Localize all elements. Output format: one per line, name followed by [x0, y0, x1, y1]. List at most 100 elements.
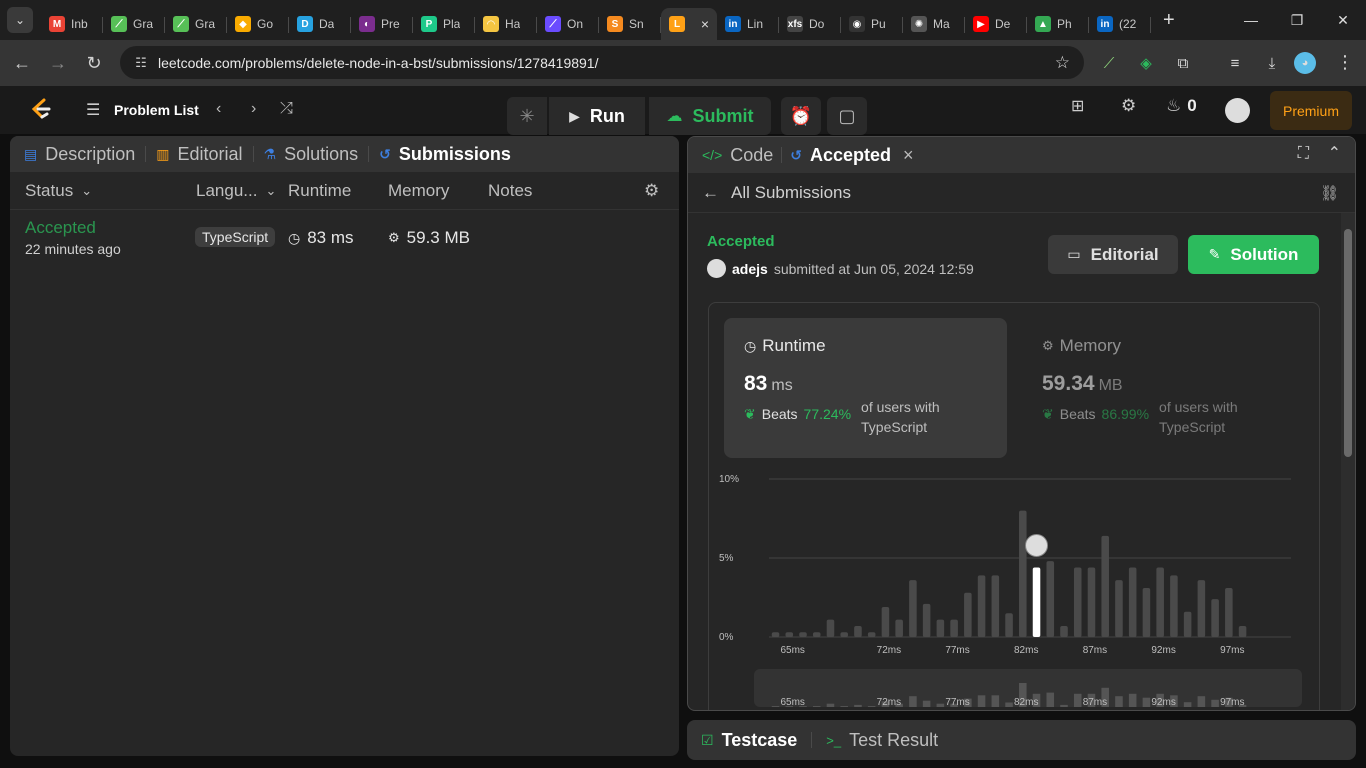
chart-minimap-bar [1142, 697, 1151, 707]
browser-tab[interactable]: ⟋ Gra [103, 8, 165, 40]
tab-accepted[interactable]: ↺ Accepted × [790, 145, 913, 166]
user-avatar[interactable] [707, 259, 726, 278]
tab-title: Lin [747, 17, 764, 31]
tab-description[interactable]: ▤ Description [24, 144, 135, 165]
notes-button[interactable]: ▢ [827, 97, 867, 135]
solution-button[interactable]: ✎ Solution [1188, 235, 1319, 274]
chart-bar [1170, 575, 1178, 637]
browser-toolbar: ← → ↻ ☷ leetcode.com/problems/delete-nod… [0, 40, 1366, 86]
run-button[interactable]: ▶ Run [549, 97, 645, 135]
left-panel: ▤ Description ▥ Editorial ⚗ Solutions ↺ … [10, 136, 679, 756]
shuffle-icon[interactable]: ⤮ [280, 100, 293, 118]
tab-submissions[interactable]: ↺ Submissions [379, 144, 511, 165]
debug-button[interactable]: ✳ [507, 97, 547, 135]
tab-solutions[interactable]: ⚗ Solutions [264, 144, 359, 165]
browser-tab[interactable]: in (22 [1089, 8, 1151, 40]
extension-grammarly-icon[interactable]: ⟋ [1096, 50, 1122, 76]
table-row[interactable]: Accepted 22 minutes ago TypeScript ◷ 83 … [10, 210, 679, 266]
browser-tab[interactable]: ▶ De [965, 8, 1027, 40]
collapse-chevron-up-icon[interactable]: ⌃ [1328, 143, 1341, 163]
forward-button[interactable]: → [40, 53, 76, 74]
browser-tab[interactable]: M Inb [41, 8, 103, 40]
vertical-scrollbar[interactable] [1341, 213, 1355, 710]
submit-button[interactable]: ☁ Submit [649, 97, 771, 135]
next-problem-chevron-icon[interactable]: › [251, 100, 256, 118]
editorial-button[interactable]: ▭ Editorial [1048, 235, 1178, 274]
browser-tab[interactable]: L × [661, 8, 717, 40]
browser-tab[interactable]: ⟋ Gra [165, 8, 227, 40]
extensions-puzzle-icon[interactable]: ⧉ [1170, 50, 1196, 76]
chart-bar [881, 606, 890, 637]
close-tab-icon[interactable]: × [701, 16, 709, 32]
memory-card-unit: MB [1098, 377, 1123, 394]
cloud-upload-icon: ☁ [666, 108, 683, 125]
minimize-button[interactable]: — [1228, 0, 1274, 40]
user-avatar[interactable] [1225, 98, 1250, 123]
browser-tab[interactable]: D Da [289, 8, 351, 40]
browser-tab[interactable]: ◉ Pu [841, 8, 903, 40]
chart-minimap-bar [812, 706, 821, 707]
table-settings-gear-icon[interactable]: ⚙ [644, 181, 659, 201]
submitter-name[interactable]: adejs [732, 261, 768, 277]
leetcode-logo-icon[interactable] [28, 96, 52, 122]
memory-card[interactable]: ⚙ Memory 59.34 MB ❦ Beats 86.99% of users… [1022, 318, 1305, 458]
back-button[interactable]: ← [4, 53, 40, 74]
chart-bar [1046, 561, 1055, 637]
url-text[interactable]: leetcode.com/problems/delete-node-in-a-b… [158, 55, 598, 71]
tab-description-label: Description [45, 143, 136, 164]
close-window-button[interactable]: ✕ [1320, 0, 1366, 40]
share-link-icon[interactable]: ⛓ [1320, 184, 1339, 202]
bookmark-star-icon[interactable]: ☆ [1055, 53, 1070, 73]
layout-icon[interactable]: ⊞ [1071, 96, 1084, 116]
downloads-icon[interactable]: ⤓ [1259, 50, 1285, 76]
back-arrow-icon[interactable]: ← [702, 183, 719, 203]
reload-button[interactable]: ↻ [76, 53, 112, 74]
browser-tab[interactable]: P Pla [413, 8, 475, 40]
browser-tab[interactable]: ◐ Pre [351, 8, 413, 40]
premium-button[interactable]: Premium [1270, 91, 1352, 130]
runtime-beats-percent: 77.24% [803, 406, 852, 422]
language-filter[interactable]: Langu... ⌄ [196, 181, 276, 201]
browser-tab[interactable]: in Lin [717, 8, 779, 40]
close-tab-icon[interactable]: × [903, 145, 914, 166]
chart-bar [1019, 510, 1027, 637]
flask-icon: ⚗ [263, 145, 277, 162]
tab-favicon-icon: ◐ [359, 16, 375, 32]
status-filter[interactable]: Status ⌄ [25, 181, 92, 201]
profile-avatar[interactable]: ◕ [1294, 52, 1316, 74]
extension-eye-icon[interactable]: ◈ [1133, 50, 1159, 76]
tab-code[interactable]: </> Code [702, 145, 773, 166]
maximize-button[interactable]: ❐ [1274, 0, 1320, 40]
browser-tab[interactable]: ◠ Ha [475, 8, 537, 40]
chart-minimap-tick-label: 87ms [1083, 697, 1107, 708]
chart-bar [1238, 625, 1247, 637]
browser-tab[interactable]: ◆ Go [227, 8, 289, 40]
browser-tab[interactable]: ▲ Ph [1027, 8, 1089, 40]
browser-tab[interactable]: xfs Do [779, 8, 841, 40]
timer-button[interactable]: ⏰ [781, 97, 821, 135]
new-tab-button[interactable]: + [1163, 9, 1175, 32]
browser-menu-icon[interactable]: ⋮ [1336, 52, 1354, 73]
address-bar[interactable]: ☷ leetcode.com/problems/delete-node-in-a… [120, 46, 1084, 79]
browser-tab[interactable]: ✺ Ma [903, 8, 965, 40]
tab-test-result[interactable]: >_ Test Result [826, 730, 938, 751]
tab-search-button[interactable]: ⌄ [7, 7, 33, 33]
problem-list-button[interactable]: ☰ Problem List [86, 100, 199, 120]
all-submissions-link[interactable]: All Submissions [731, 183, 851, 203]
beats-icon: ❦ [1042, 406, 1054, 422]
media-control-icon[interactable]: ≡ [1222, 50, 1248, 76]
scrollbar-thumb[interactable] [1344, 229, 1352, 457]
site-info-icon[interactable]: ☷ [126, 55, 156, 71]
tab-editorial[interactable]: ▥ Editorial [156, 144, 242, 165]
settings-gear-icon[interactable]: ⚙ [1121, 96, 1136, 116]
browser-tab[interactable]: ⟋ On [537, 8, 599, 40]
chart-bar [1087, 567, 1096, 637]
tab-testcase[interactable]: ☑ Testcase [701, 730, 797, 751]
tab-favicon-icon: ✺ [911, 16, 927, 32]
browser-tab[interactable]: S Sn [599, 8, 661, 40]
submission-status[interactable]: Accepted [25, 218, 96, 238]
streak-counter[interactable]: ♨ 0 [1166, 96, 1197, 116]
fullscreen-icon[interactable]: ⛶ [1298, 145, 1309, 163]
runtime-card[interactable]: ◷ Runtime 83 ms ❦ Beats 77.24% of users w… [724, 318, 1007, 458]
prev-problem-chevron-icon[interactable]: ‹ [216, 100, 221, 118]
